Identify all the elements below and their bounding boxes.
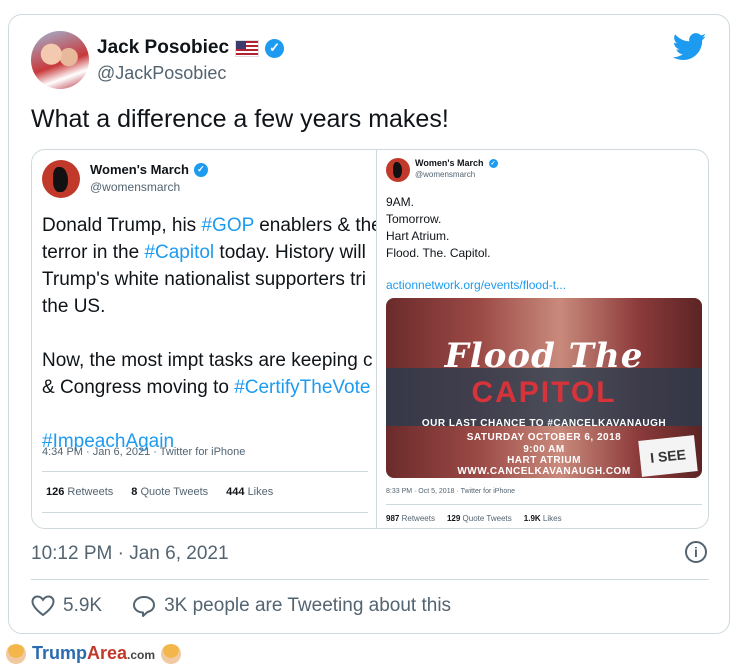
hashtag-link[interactable]: #CertifyTheVote [234,377,370,398]
quoted-left-name: Women's March [90,162,189,177]
heart-icon[interactable] [31,595,55,617]
quoted-left-line [42,401,376,428]
quoted-left-handle: @womensmarch [90,180,181,194]
quoted-left-text-segment: Trump's white nationalist supporters tri [42,269,366,290]
like-count-label: Likes [542,514,562,523]
retweet-count-label: Retweets [67,486,114,498]
quoted-left-text: Donald Trump, his #GOP enablers & the ter… [42,212,376,455]
quoted-left-line: terror in the #Capitol today. History wi… [42,239,376,266]
author-name-row[interactable]: Jack Posobiec ✓ [97,37,285,59]
quoted-left-line: the US. [42,293,376,320]
retweet-count-value: 987 [386,514,400,523]
tweet-card[interactable]: Jack Posobiec ✓ @JackPosobiec What a dif… [8,14,730,634]
like-count-label: Likes [247,486,274,498]
quoted-right-handle: @womensmarch [415,170,476,179]
divider [386,504,702,505]
flood-the-capitol-poster[interactable]: Flood The CAPITOL OUR LAST CHANCE TO #CA… [386,298,702,478]
quote-count-value: 8 [131,486,138,498]
watermark-trump: Trump [32,643,88,663]
retweet-count-value: 126 [46,486,65,498]
quoted-left-text-segment: & Congress moving to [42,377,235,398]
womens-march-logo [386,158,410,182]
verified-badge-icon: ✓ [265,38,285,58]
quoted-left-stats: 126 Retweets 8 Quote Tweets 444 Likes [46,486,273,498]
hashtag-link[interactable]: #GOP [201,215,253,236]
quoted-left-text-segment: enablers & the [253,215,376,236]
watermark-text: TrumpArea.com [32,643,155,664]
like-count: 444 Likes [226,486,273,498]
watermark-area: Area [87,643,128,663]
quoted-left-line [42,320,376,347]
us-flag-icon [235,39,260,57]
quoted-right-name-row: Women's March ✓ [415,158,498,168]
cartoon-face-icon [6,643,26,664]
tweet-timestamp[interactable]: 10:12 PM · Jan 6, 2021 [31,543,229,565]
discussion-text[interactable]: 3K people are Tweeting about this [164,595,451,617]
verified-badge-icon: ✓ [488,158,498,168]
embedded-image[interactable]: Women's March ✓ @womensmarch Donald Trum… [31,149,709,529]
author-avatar[interactable] [31,31,89,89]
quoted-left-line: Now, the most impt tasks are keeping c [42,347,376,374]
author-name[interactable]: Jack Posobiec [97,37,229,59]
quote-count-label: Quote Tweets [462,514,512,523]
protest-sign: I SEE [638,435,698,477]
poster-headline-2: CAPITOL [471,376,617,409]
quoted-left-meta: 4:34 PM · Jan 6, 2021 · Twitter for iPho… [42,446,246,458]
womens-march-logo [42,160,80,198]
quoted-right-text: 9AM. Tomorrow. Hart Atrium. Flood. The. … [386,195,491,260]
twitter-bird-icon[interactable] [673,33,707,61]
quoted-tweet-left[interactable]: Women's March ✓ @womensmarch Donald Trum… [32,150,376,528]
quoted-left-name-row: Women's March ✓ [90,162,208,177]
quoted-left-line: Donald Trump, his #GOP enablers & the [42,212,376,239]
like-count-value: 1.9K [523,514,541,523]
retweet-count: 126 Retweets [46,486,113,498]
quoted-left-line: & Congress moving to #CertifyTheVote [42,374,376,401]
like-count-value: 444 [226,486,245,498]
quote-count-value: 129 [446,514,461,523]
retweet-count: 987 Retweets [386,514,435,523]
trumparea-watermark: TrumpArea.com [0,640,740,667]
like-count-total[interactable]: 5.9K [63,595,102,617]
poster-headline: Flood The [444,336,644,376]
quoted-left-line: Trump's white nationalist supporters tri [42,266,376,293]
quoted-left-text-segment: Donald Trump, his [42,215,202,236]
quoted-tweet-right[interactable]: Women's March ✓ @womensmarch 9AM. Tomorr… [376,150,708,528]
divider [42,512,368,513]
hashtag-link[interactable]: #Capitol [144,242,214,263]
cartoon-face-icon [161,643,182,664]
quoted-right-stats: 987 Retweets 129 Quote Tweets 1.9K Likes [386,514,562,523]
quoted-left-text-segment: Now, the most impt tasks are keeping c [42,350,373,371]
quote-count: 8 Quote Tweets [131,486,208,498]
info-icon[interactable]: i [685,541,707,563]
tweet-text: What a difference a few years makes! [31,105,449,133]
tweet-actions: 5.9K 3K people are Tweeting about this [31,595,451,617]
quoted-right-name: Women's March [415,158,484,168]
quoted-left-text-segment: today. History will [214,242,366,263]
quote-count: 129 Quote Tweets [447,514,512,523]
speech-bubble-icon[interactable] [132,595,156,617]
divider [31,579,709,580]
divider [42,471,368,472]
retweet-count-label: Retweets [401,514,435,523]
quoted-right-meta: 8:33 PM · Oct 5, 2018 · Twitter for iPho… [386,488,516,495]
watermark-com: .com [127,648,156,662]
author-handle[interactable]: @JackPosobiec [97,63,226,84]
like-count: 1.9K Likes [524,514,562,523]
quoted-right-link[interactable]: actionnetwork.org/events/flood-t... [386,278,566,292]
quoted-left-text-segment: the US. [42,296,106,317]
quoted-left-text-segment: terror in the [42,242,145,263]
poster-line-1: OUR LAST CHANCE TO #CANCELKAVANAUGH [421,418,667,429]
verified-badge-icon: ✓ [193,162,208,177]
quote-count-label: Quote Tweets [140,486,209,498]
